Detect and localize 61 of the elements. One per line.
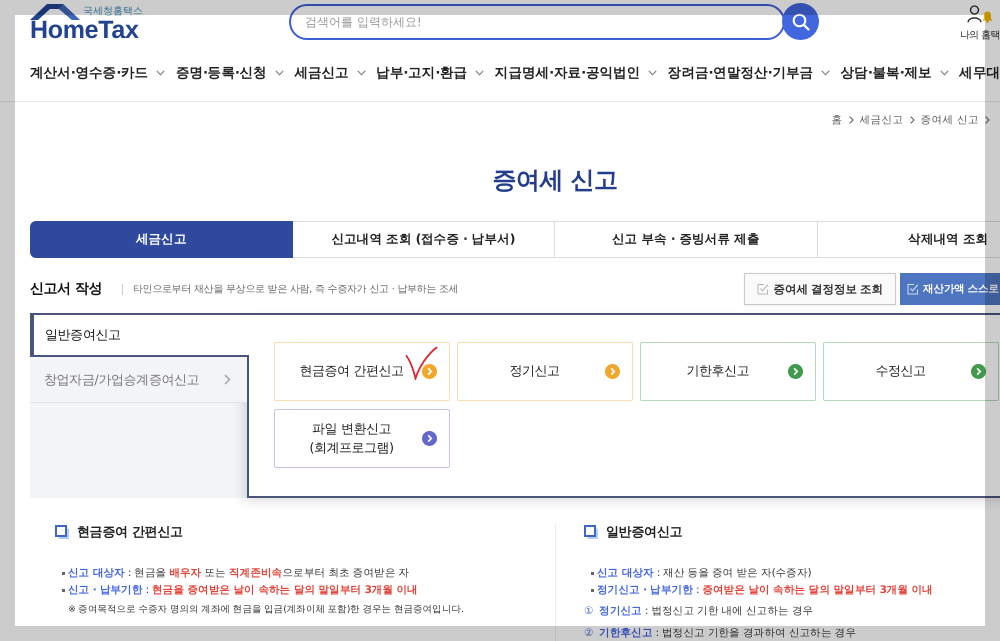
info-text: 신고 · 납부기한 : 현금을 증여받은 날이 속하는 달의 말일부터 3개월 이내	[68, 583, 418, 598]
checkbox-icon	[907, 283, 919, 295]
info-text: 신고 대상자 : 현금을 배우자 또는 직계존비속으로부터 최초 증여받은 자	[68, 566, 410, 581]
nav-menu-item[interactable]: 세금신고	[294, 64, 366, 82]
info-text: ② 기한후신고 : 법정신고 기한을 경과하여 신고하는 경우	[584, 626, 856, 641]
nav-menu-item[interactable]: 납부·고지·환급	[376, 64, 484, 82]
side-menu-item[interactable]: 일반증여신고	[30, 315, 249, 357]
info-text: 정기신고 · 납부기한 : 증여받은 날이 속하는 달의 말일부터 3개월 이내	[597, 583, 933, 598]
person-icon	[966, 5, 982, 23]
nav-menu-item[interactable]: 상담·불복·제보	[840, 64, 949, 82]
filing-option-card[interactable]: 현금증여 간편신고	[274, 342, 450, 401]
chevron-right-icon	[985, 116, 990, 124]
nav-menu-item[interactable]: 세무대	[959, 64, 1000, 82]
card-label: 현금증여 간편신고	[298, 363, 404, 381]
info-heading: 일반증여신고	[606, 524, 682, 541]
info-note: ※ 증여목적으로 수증자 명의의 계좌에 현금을 입금(계좌이체 포함)한 경우는 현금증여입니다.	[68, 603, 464, 617]
logo-text: HomeTax	[30, 20, 139, 40]
breadcrumb-link[interactable]: 세금신고	[860, 112, 904, 126]
search-icon	[792, 12, 810, 30]
chevron-right-icon	[224, 374, 231, 385]
square-bullet-icon	[584, 525, 598, 539]
bell-icon	[982, 11, 993, 23]
nav-menu-item[interactable]: 장려금·연말정산·기부금	[668, 64, 830, 82]
card-label: 기한후신고	[685, 363, 750, 381]
bullet-icon	[62, 572, 65, 575]
info-heading: 현금증여 간편신고	[77, 524, 183, 541]
chevron-right-icon	[848, 116, 854, 124]
breadcrumb-link[interactable]: 홈	[832, 112, 843, 126]
roof-icon	[30, 3, 80, 20]
breadcrumb-link[interactable]: 증여세 신고	[920, 112, 979, 126]
my-hometax-link[interactable]: 나의 홈택	[960, 0, 1000, 42]
page-title: 증여세 신고	[491, 165, 619, 196]
search-field[interactable]: 검색어를 입력하세요!	[289, 4, 785, 40]
nav-menu-item[interactable]: 지급명세·자료·공익법인	[494, 64, 658, 82]
bullet-icon	[591, 589, 594, 592]
section-title: 신고서 작성	[30, 280, 102, 298]
tab[interactable]: 세금신고	[30, 221, 292, 258]
tab[interactable]: 신고 부속 · 증빙서류 제출	[555, 221, 818, 258]
bullet-icon	[591, 572, 594, 575]
filing-option-card[interactable]: 정기신고	[457, 342, 633, 401]
checkbox-icon	[756, 283, 769, 295]
tab[interactable]: 신고내역 조회 (접수증 · 납부서)	[292, 221, 555, 258]
logo-subtitle: 국세청홈택스	[83, 6, 143, 17]
card-label: 수정신고	[874, 363, 926, 381]
info-text: ① 정기신고 : 법정신고 기한 내에 신고하는 경우	[584, 604, 814, 619]
filing-option-card[interactable]: 파일 변환신고 (회계프로그램)	[274, 409, 450, 468]
card-label: 파일 변환신고 (회계프로그램)	[308, 420, 395, 458]
filing-option-card[interactable]: 수정신고	[823, 342, 999, 401]
filing-option-card[interactable]: 기한후신고	[640, 342, 816, 401]
info-text: 신고 대상자 : 재산 등을 증여 받은 자(수증자)	[597, 566, 812, 581]
action-button[interactable]: 재산가액 스스로	[900, 273, 1000, 305]
nav-menu-item[interactable]: 계산서·영수증·카드	[30, 64, 166, 82]
tab[interactable]: 삭제내역 조회	[818, 221, 1000, 258]
nav-menu-item[interactable]: 증명·등록·신청	[176, 64, 284, 82]
search-button[interactable]	[782, 3, 819, 40]
chevron-right-icon	[910, 116, 915, 124]
card-label: 정기신고	[508, 363, 560, 381]
bullet-icon	[62, 589, 65, 592]
section-description: 타인으로부터 재산을 무상으로 받은 사람, 즉 수증자가 신고 · 납부하는 조세	[132, 283, 458, 296]
square-bullet-icon	[55, 525, 69, 539]
action-button[interactable]: 증여세 결정정보 조회	[744, 273, 896, 305]
